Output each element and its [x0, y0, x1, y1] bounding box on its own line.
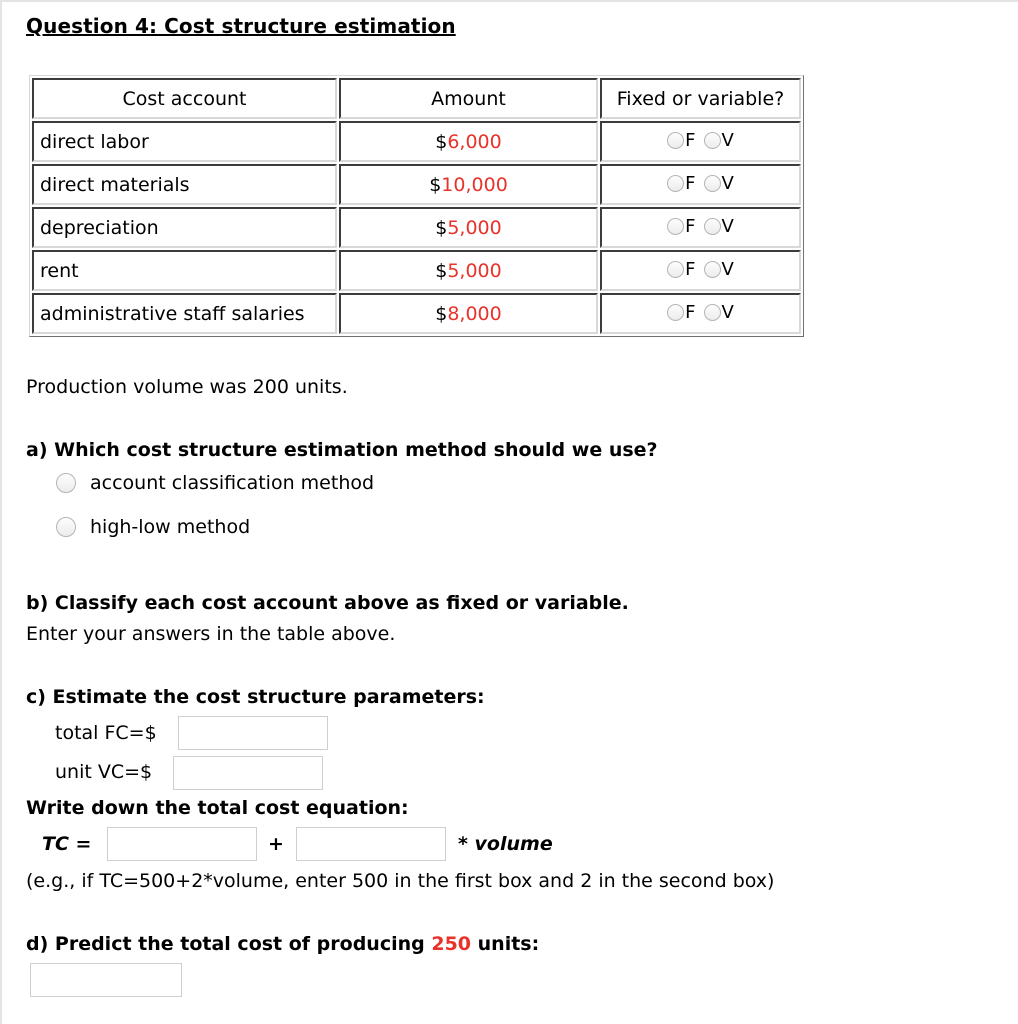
- header-amount: Amount: [339, 78, 598, 119]
- variable-label: V: [721, 301, 734, 323]
- part-c-question: c) Estimate the cost structure parameter…: [26, 686, 485, 708]
- fixed-variable-choice: FV: [600, 250, 801, 291]
- cost-amount: $6,000: [339, 121, 598, 162]
- fixed-label: F: [685, 129, 696, 151]
- production-volume-note: Production volume was 200 units.: [26, 376, 348, 398]
- cost-amount: $10,000: [339, 164, 598, 205]
- cost-account-name: depreciation: [32, 207, 337, 248]
- cost-amount: $5,000: [339, 207, 598, 248]
- fixed-label: F: [685, 301, 696, 323]
- volume-label: * volume: [458, 833, 553, 855]
- header-fixed-or-variable: Fixed or variable?: [600, 78, 801, 119]
- fixed-radio[interactable]: [667, 217, 685, 235]
- currency-symbol: $: [429, 173, 442, 196]
- table-row: rent $5,000 FV: [32, 250, 801, 291]
- total-cost-prediction-input[interactable]: [30, 963, 182, 997]
- fixed-variable-choice: FV: [600, 121, 801, 162]
- cost-accounts-table: Cost account Amount Fixed or variable? d…: [29, 75, 804, 337]
- variable-radio[interactable]: [703, 131, 721, 149]
- fixed-variable-choice: FV: [600, 293, 801, 334]
- tc-variable-input[interactable]: [296, 827, 446, 861]
- amount-value: 6,000: [447, 130, 502, 153]
- part-a-question: a) Which cost structure estimation metho…: [26, 439, 658, 461]
- part-d-prefix: d) Predict the total cost of producing: [26, 933, 432, 955]
- fixed-radio[interactable]: [667, 303, 685, 321]
- variable-radio[interactable]: [703, 303, 721, 321]
- fixed-radio[interactable]: [667, 131, 685, 149]
- variable-label: V: [721, 129, 734, 151]
- part-d-question: d) Predict the total cost of producing 2…: [26, 933, 539, 955]
- table-row: direct materials $10,000 FV: [32, 164, 801, 205]
- table-header-row: Cost account Amount Fixed or variable?: [32, 78, 801, 119]
- cost-amount: $5,000: [339, 250, 598, 291]
- plus-sign: +: [268, 833, 284, 855]
- part-d-suffix: units:: [471, 933, 540, 955]
- high-low-label: high-low method: [90, 516, 251, 538]
- fixed-radio[interactable]: [667, 174, 685, 192]
- cost-account-name: direct labor: [32, 121, 337, 162]
- header-cost-account: Cost account: [32, 78, 337, 119]
- tc-label: TC =: [42, 833, 92, 855]
- table-row: administrative staff salaries $8,000 FV: [32, 293, 801, 334]
- part-b-question: b) Classify each cost account above as f…: [26, 592, 629, 614]
- cost-account-name: administrative staff salaries: [32, 293, 337, 334]
- units-highlight: 250: [431, 933, 472, 955]
- unit-vc-label: unit VC=$: [55, 761, 153, 783]
- total-fc-label: total FC=$: [55, 722, 157, 744]
- method-option-account-classification[interactable]: account classification method: [56, 472, 374, 494]
- amount-value: 5,000: [447, 216, 502, 239]
- account-classification-label: account classification method: [90, 472, 375, 494]
- variable-radio[interactable]: [703, 217, 721, 235]
- cost-account-name: direct materials: [32, 164, 337, 205]
- variable-radio[interactable]: [703, 174, 721, 192]
- variable-label: V: [721, 258, 734, 280]
- equation-heading: Write down the total cost equation:: [26, 797, 409, 819]
- tc-fixed-input[interactable]: [107, 827, 257, 861]
- currency-symbol: $: [435, 302, 448, 325]
- account-classification-radio[interactable]: [56, 473, 76, 493]
- high-low-radio[interactable]: [56, 517, 76, 537]
- table-row: depreciation $5,000 FV: [32, 207, 801, 248]
- fixed-label: F: [685, 258, 696, 280]
- method-option-high-low[interactable]: high-low method: [56, 516, 250, 538]
- amount-value: 8,000: [447, 302, 502, 325]
- fixed-radio[interactable]: [667, 260, 685, 278]
- variable-label: V: [721, 215, 734, 237]
- fixed-variable-choice: FV: [600, 207, 801, 248]
- currency-symbol: $: [435, 216, 448, 239]
- part-b-instruction: Enter your answers in the table above.: [26, 623, 396, 645]
- variable-radio[interactable]: [703, 260, 721, 278]
- unit-vc-input[interactable]: [173, 756, 323, 790]
- currency-symbol: $: [435, 130, 448, 153]
- currency-symbol: $: [435, 259, 448, 282]
- cost-amount: $8,000: [339, 293, 598, 334]
- table-row: direct labor $6,000 FV: [32, 121, 801, 162]
- variable-label: V: [721, 172, 734, 194]
- fixed-label: F: [685, 172, 696, 194]
- total-fc-input[interactable]: [178, 716, 328, 750]
- amount-value: 5,000: [447, 259, 502, 282]
- amount-value: 10,000: [441, 173, 508, 196]
- page-title: Question 4: Cost structure estimation: [26, 14, 456, 38]
- equation-example: (e.g., if TC=500+2*volume, enter 500 in …: [26, 870, 775, 892]
- fixed-variable-choice: FV: [600, 164, 801, 205]
- cost-account-name: rent: [32, 250, 337, 291]
- fixed-label: F: [685, 215, 696, 237]
